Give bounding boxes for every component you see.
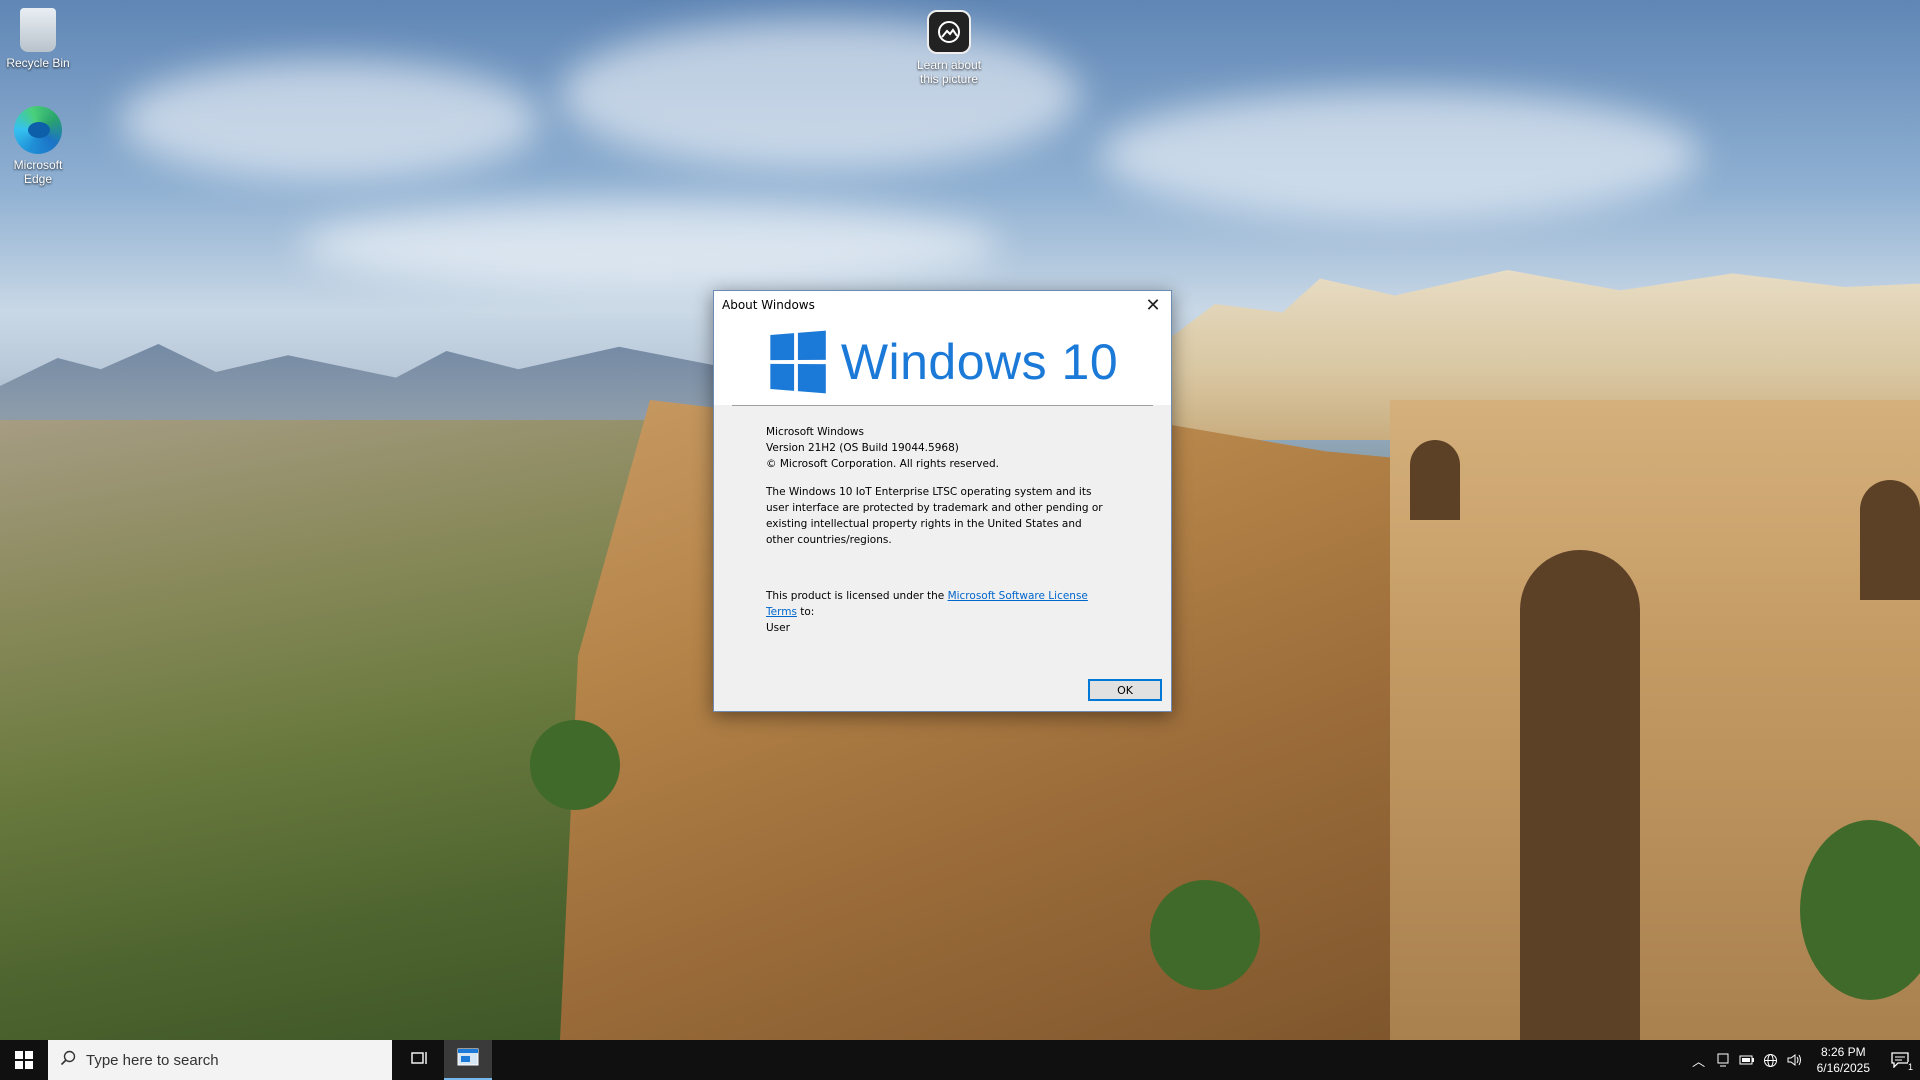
bush xyxy=(530,720,620,810)
battery-icon[interactable] xyxy=(1735,1040,1759,1080)
version-text: Version 21H2 (OS Build 19044.5968) xyxy=(766,442,959,454)
about-windows-dialog: About Windows ✕ Windows 10 Microsoft Win… xyxy=(713,290,1172,712)
windows-logo-banner: Windows 10 xyxy=(714,319,1171,405)
recycle-bin-icon xyxy=(20,8,56,52)
dialog-titlebar[interactable]: About Windows ✕ xyxy=(714,291,1171,319)
clock-time: 8:26 PM xyxy=(1820,1045,1866,1059)
license-prefix: This product is licensed under the xyxy=(766,590,948,602)
taskbar-search-box[interactable]: Type here to search xyxy=(48,1040,392,1080)
learn-about-picture-label: Learn about this picture xyxy=(916,58,982,86)
bridge-arch xyxy=(1860,480,1920,600)
taskbar-about-windows-app[interactable] xyxy=(444,1040,492,1080)
legal-text: The Windows 10 IoT Enterprise LTSC opera… xyxy=(766,486,1103,546)
edge-icon xyxy=(14,106,62,154)
dialog-title: About Windows xyxy=(722,298,815,312)
microsoft-edge-desktop-icon[interactable]: Microsoft Edge xyxy=(0,106,76,186)
task-view-icon xyxy=(411,1050,429,1071)
volume-icon[interactable] xyxy=(1783,1040,1807,1080)
windows-logo-text: Windows 10 xyxy=(840,334,1119,390)
cloud xyxy=(560,20,1080,170)
cloud xyxy=(120,60,540,180)
cloud xyxy=(1100,90,1700,220)
bridge-arch xyxy=(1410,440,1460,520)
license-suffix: to: xyxy=(796,606,815,618)
bridge-arch xyxy=(1520,550,1640,1040)
camera-icon xyxy=(927,10,971,54)
microsoft-edge-label: Microsoft Edge xyxy=(13,158,63,186)
search-placeholder: Type here to search xyxy=(86,1051,219,1069)
recycle-bin-desktop-icon[interactable]: Recycle Bin xyxy=(0,8,76,70)
task-view-button[interactable] xyxy=(396,1040,444,1080)
taskbar: Type here to search ︿ 8:26 PM 6/16/2025 xyxy=(0,1040,1920,1080)
winver-app-icon xyxy=(457,1048,479,1071)
windows-start-icon xyxy=(15,1051,33,1069)
copyright-text: © Microsoft Corporation. All rights rese… xyxy=(766,458,999,470)
clock-date: 6/16/2025 xyxy=(1816,1061,1870,1075)
learn-about-picture-desktop-icon[interactable]: Learn about this picture xyxy=(911,10,987,86)
cloud xyxy=(300,200,1000,290)
product-name: Microsoft Windows xyxy=(766,426,864,438)
notification-icon xyxy=(1891,1052,1909,1068)
bush xyxy=(1150,880,1260,990)
show-hidden-icons-chevron-up-icon[interactable]: ︿ xyxy=(1687,1040,1711,1080)
windows-logo-icon xyxy=(770,330,826,394)
ok-button[interactable]: OK xyxy=(1088,679,1162,701)
taskbar-clock[interactable]: 8:26 PM 6/16/2025 xyxy=(1807,1044,1880,1076)
close-icon: ✕ xyxy=(1145,294,1161,316)
meet-now-icon[interactable] xyxy=(1711,1040,1735,1080)
license-statement: This product is licensed under the Micro… xyxy=(766,588,1106,620)
close-button[interactable]: ✕ xyxy=(1135,291,1171,319)
action-center-button[interactable]: 1 xyxy=(1880,1040,1920,1080)
recycle-bin-label: Recycle Bin xyxy=(6,56,70,70)
notification-count-badge: 1 xyxy=(1907,1062,1913,1072)
search-icon xyxy=(60,1050,76,1070)
start-button[interactable] xyxy=(0,1040,48,1080)
system-tray: ︿ 8:26 PM 6/16/2025 1 xyxy=(1687,1040,1920,1080)
dialog-info: Microsoft Windows Version 21H2 (OS Build… xyxy=(714,406,1171,636)
network-globe-icon[interactable] xyxy=(1759,1040,1783,1080)
licensed-user: User xyxy=(766,622,790,634)
